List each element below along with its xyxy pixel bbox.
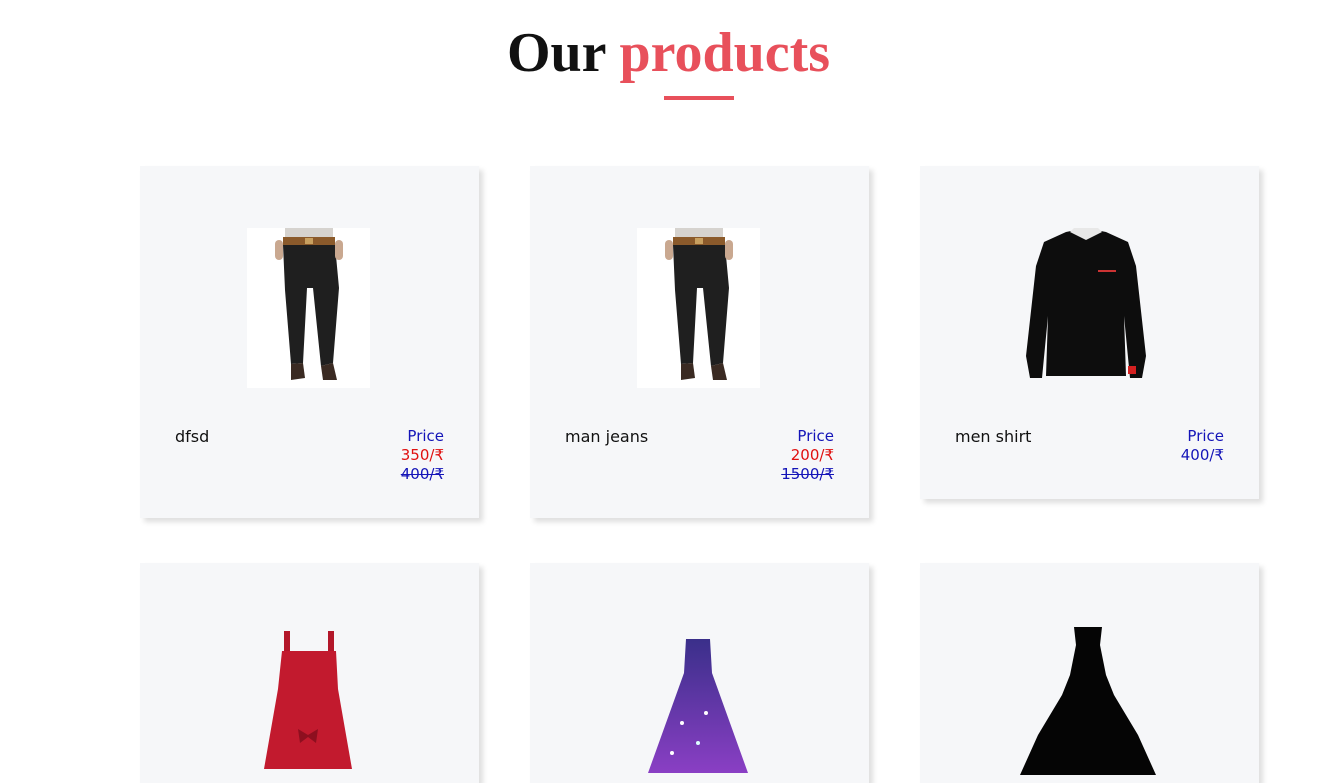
price-label: Price [797,427,834,445]
title-word-our: Our [506,22,606,84]
product-card[interactable]: men shirt Price 400/₹ [920,166,1259,499]
price-box: Price 400/₹ [1181,427,1224,465]
product-image-shirt[interactable] [1020,226,1152,386]
product-image-jeans[interactable] [247,228,370,388]
price-original: 1500/₹ [781,465,834,483]
product-image-red-dress[interactable] [258,629,358,769]
product-image-purple-gown[interactable] [642,623,754,773]
price-box: Price 350/₹ 400/₹ [401,427,444,484]
price-current: 350/₹ [400,446,444,464]
title-underline [664,96,734,100]
product-name[interactable]: men shirt [955,427,1031,446]
price-original: 400/₹ [400,465,444,483]
price-label: Price [1187,427,1224,445]
title-word-products: products [619,22,831,84]
product-image-black-gown[interactable] [1018,625,1158,775]
price-box: Price 200/₹ 1500/₹ [781,427,834,484]
price-current: 200/₹ [790,446,834,464]
product-card[interactable]: man jeans Price 200/₹ 1500/₹ [530,166,869,518]
product-name[interactable]: dfsd [175,427,209,446]
price-label: Price [407,427,444,445]
product-card[interactable] [920,563,1259,783]
product-name[interactable]: man jeans [565,427,648,446]
product-card[interactable] [530,563,869,783]
page-title: Our products [0,20,1337,86]
product-image-jeans[interactable] [637,228,760,388]
price-current: 400/₹ [1180,446,1224,464]
product-card[interactable]: dfsd Price 350/₹ 400/₹ [140,166,479,518]
product-card[interactable] [140,563,479,783]
